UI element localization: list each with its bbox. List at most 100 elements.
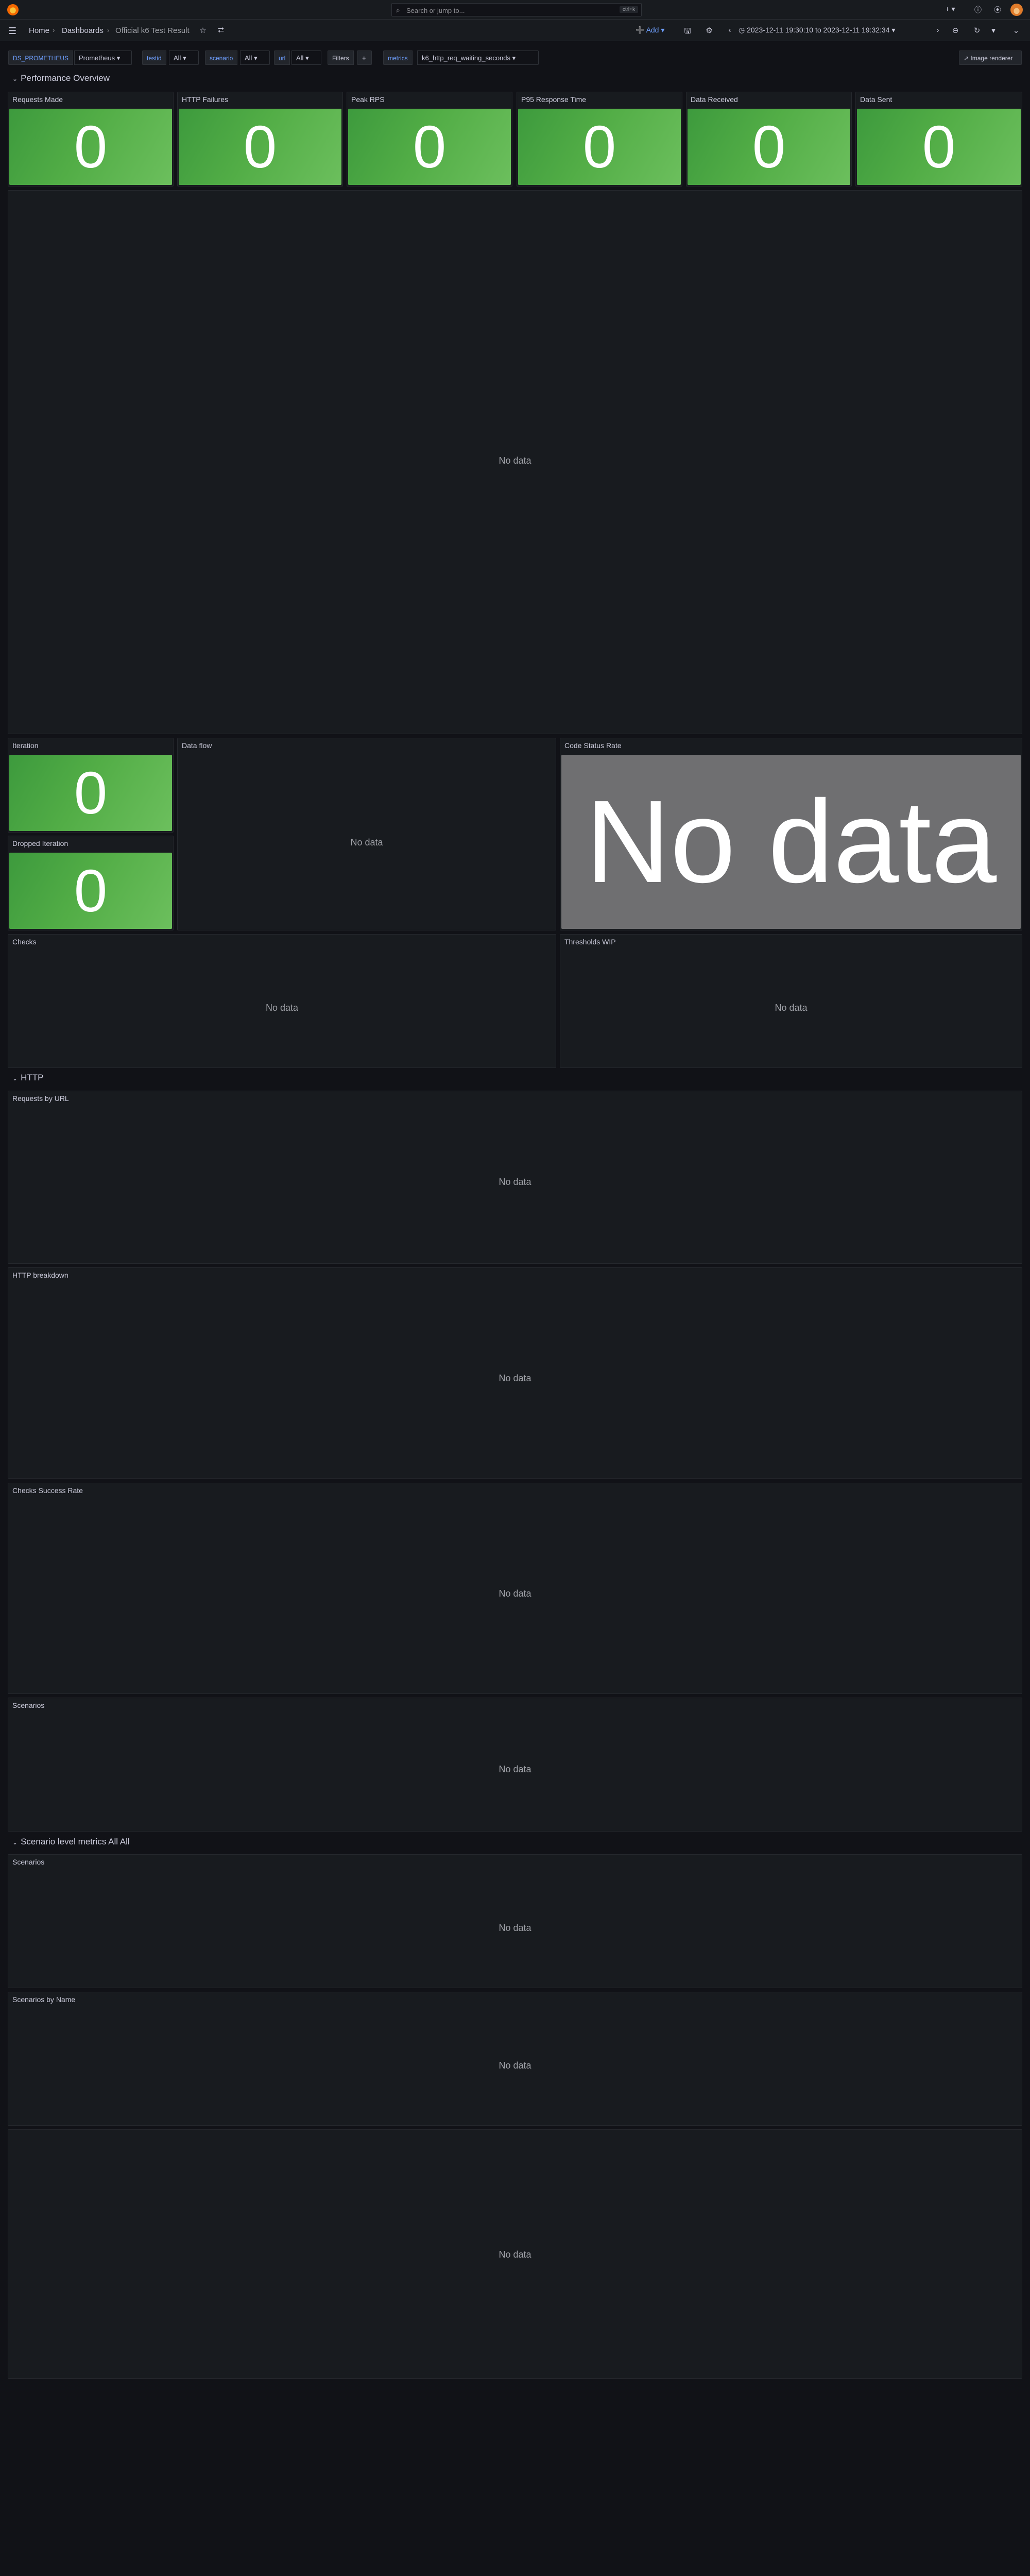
panel-data-sent[interactable]: Data Sent 0 xyxy=(855,92,1022,187)
breadcrumb-current: Official k6 Test Result xyxy=(115,26,190,35)
panel-untitled-bottom[interactable]: No data xyxy=(8,2129,1022,2379)
stat-value-box: 0 xyxy=(9,109,172,185)
var-label-filters: Filters xyxy=(328,50,354,65)
row-http[interactable]: ⌄ HTTP xyxy=(12,1073,43,1088)
row-title: Performance Overview xyxy=(21,73,110,83)
stat-value: 0 xyxy=(752,113,786,180)
stat-value-box: 0 xyxy=(857,109,1021,185)
no-data-box: No data xyxy=(561,755,1021,929)
var-select-url[interactable]: All ▾ xyxy=(291,50,321,65)
panel-title: Peak RPS xyxy=(351,95,385,104)
chevron-down-icon: ▾ xyxy=(891,26,896,34)
var-value: All xyxy=(174,54,181,62)
stat-value-box: 0 xyxy=(518,109,681,185)
panel-checks[interactable]: Checks No data xyxy=(8,934,556,1068)
panel-p95-response-time[interactable]: P95 Response Time 0 xyxy=(517,92,682,187)
no-data-text: No data xyxy=(265,1003,299,1013)
image-renderer-label: Image renderer xyxy=(970,55,1013,62)
time-range-picker[interactable]: ◷ 2023-12-11 19:30:10 to 2023-12-11 19:3… xyxy=(739,24,934,37)
panel-title: Data Sent xyxy=(860,95,892,104)
var-select-ds-prometheus[interactable]: Prometheus ▾ xyxy=(74,50,132,65)
menu-icon[interactable]: ☰ xyxy=(8,26,20,37)
grafana-logo-icon[interactable] xyxy=(7,4,19,15)
no-data-text: No data xyxy=(585,776,997,907)
panel-title: Scenarios xyxy=(12,1701,45,1709)
help-icon[interactable]: ⓘ xyxy=(972,5,984,15)
var-label-testid: testid xyxy=(142,50,166,65)
panel-scenarios-2[interactable]: Scenarios No data xyxy=(8,1854,1022,1988)
var-value: All xyxy=(245,54,252,62)
panel-title: Requests Made xyxy=(12,95,63,104)
refresh-icon[interactable]: ↻ xyxy=(971,26,983,35)
panel-requests-by-url[interactable]: Requests by URL No data xyxy=(8,1091,1022,1264)
breadcrumb-dashboards[interactable]: Dashboards xyxy=(62,26,104,35)
stat-value: 0 xyxy=(74,857,108,924)
stat-value: 0 xyxy=(413,113,447,180)
search-placeholder: Search or jump to... xyxy=(406,7,465,14)
search-input[interactable]: ⌕ Search or jump to... ctrl+k xyxy=(391,3,642,16)
variables-bar: DS_PROMETHEUS Prometheus ▾ testid All ▾ … xyxy=(0,41,1030,73)
panel-code-status-rate[interactable]: Code Status Rate No data xyxy=(560,738,1022,930)
panel-untitled-large[interactable]: No data xyxy=(8,190,1022,734)
panel-title: Iteration xyxy=(12,741,39,750)
var-select-metrics[interactable]: k6_http_req_waiting_seconds ▾ xyxy=(417,50,539,65)
panel-title: Scenarios by Name xyxy=(12,1995,76,2004)
panel-http-failures[interactable]: HTTP Failures 0 xyxy=(177,92,343,187)
var-value: All xyxy=(296,54,304,62)
image-renderer-link[interactable]: ↗ Image renderer xyxy=(959,50,1022,65)
collapse-chevron-icon[interactable]: ⌄ xyxy=(1010,26,1022,35)
clock-icon: ◷ xyxy=(739,26,745,34)
var-select-scenario[interactable]: All ▾ xyxy=(240,50,270,65)
panel-http-breakdown[interactable]: HTTP breakdown No data xyxy=(8,1267,1022,1479)
panel-title: Scenarios xyxy=(12,1858,45,1866)
row-performance-overview[interactable]: ⌄ Performance Overview xyxy=(12,73,110,89)
breadcrumb-home[interactable]: Home xyxy=(29,26,49,35)
panel-iteration[interactable]: Iteration 0 xyxy=(8,738,174,833)
panel-data-received[interactable]: Data Received 0 xyxy=(686,92,852,187)
row-title: HTTP xyxy=(21,1073,44,1082)
avatar[interactable] xyxy=(1010,4,1023,16)
panel-dropped-iteration[interactable]: Dropped Iteration 0 xyxy=(8,836,174,930)
chevron-right-icon: › xyxy=(53,26,55,34)
var-label-ds-prometheus: DS_PROMETHEUS xyxy=(8,50,74,65)
refresh-interval-chevron-icon[interactable]: ▾ xyxy=(988,26,999,35)
panel-title: Data Received xyxy=(691,95,738,104)
zoom-out-icon[interactable]: ⊖ xyxy=(950,26,961,35)
panel-thresholds[interactable]: Thresholds WIP No data xyxy=(560,934,1022,1068)
stat-value: 0 xyxy=(582,113,616,180)
plus-icon[interactable]: + ▾ xyxy=(945,5,956,13)
panel-title: Data flow xyxy=(182,741,212,750)
add-filter-button[interactable]: + xyxy=(357,50,372,65)
panel-scenarios-by-name[interactable]: Scenarios by Name No data xyxy=(8,1992,1022,2126)
var-select-testid[interactable]: All ▾ xyxy=(169,50,199,65)
panel-data-flow[interactable]: Data flow No data xyxy=(177,738,556,930)
var-value: Prometheus xyxy=(79,54,115,62)
panel-title: Requests by URL xyxy=(12,1094,69,1103)
panel-requests-made[interactable]: Requests Made 0 xyxy=(8,92,174,187)
star-icon[interactable]: ☆ xyxy=(197,26,209,35)
panel-checks-success-rate[interactable]: Checks Success Rate No data xyxy=(8,1483,1022,1694)
settings-icon[interactable]: ⚙ xyxy=(703,26,715,35)
dashboard-nav-bar: ☰ Home › Dashboards › Official k6 Test R… xyxy=(0,20,1030,41)
stat-value-box: 0 xyxy=(179,109,341,185)
chevron-down-icon: ⌄ xyxy=(12,1075,18,1082)
add-label: Add xyxy=(646,26,659,34)
save-icon[interactable]: 🖫 xyxy=(682,26,693,39)
var-label-url: url xyxy=(274,50,290,65)
row-scenario-level-metrics[interactable]: ⌄ Scenario level metrics All All xyxy=(12,1837,130,1852)
panel-title: Thresholds WIP xyxy=(564,938,616,946)
panel-title: Dropped Iteration xyxy=(12,839,68,848)
time-forward-icon[interactable]: › xyxy=(932,26,943,35)
rss-icon[interactable]: ⦿ xyxy=(992,5,1003,15)
chevron-down-icon: ⌄ xyxy=(12,75,18,82)
panel-scenarios[interactable]: Scenarios No data xyxy=(8,1698,1022,1832)
add-panel-icon: ➕ xyxy=(636,26,645,34)
panel-title: P95 Response Time xyxy=(521,95,587,104)
time-back-icon[interactable]: ‹ xyxy=(724,26,735,35)
row-title: Scenario level metrics All All xyxy=(21,1837,130,1846)
panel-peak-rps[interactable]: Peak RPS 0 xyxy=(347,92,512,187)
no-data-text: No data xyxy=(499,1588,531,1599)
no-data-text: No data xyxy=(499,1373,531,1383)
add-button[interactable]: ➕ Add ▾ xyxy=(632,24,672,37)
share-icon[interactable]: ⮂ xyxy=(215,26,227,35)
